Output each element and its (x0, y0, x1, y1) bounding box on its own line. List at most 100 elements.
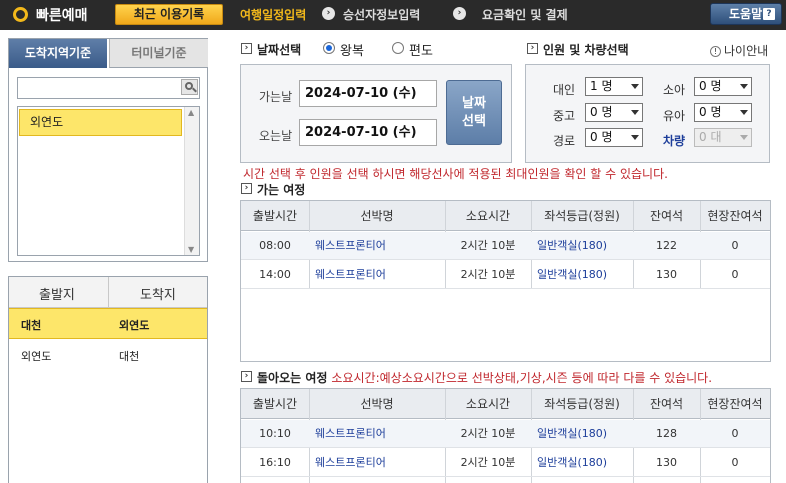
senior-select[interactable]: 0 명 (585, 128, 643, 147)
section-arrow-icon: › (241, 43, 252, 54)
col-header: 좌석등급(정원) (544, 397, 620, 411)
table-row[interactable]: 16:10 웨스트프론티어 2시간 10분 일반객실(180) 130 0 (241, 449, 770, 477)
search-icon[interactable] (181, 79, 198, 95)
outbound-table-header: 출발시간 선박명 소요시간 좌석등급(정원) 잔여석 현장잔여석 (241, 201, 770, 231)
tab-terminal[interactable]: 터미널기준 (109, 39, 208, 68)
inbound-note: 소요시간:예상소요시간으로 선박상태,기상,시즌 등에 따라 다를 수 있습니다… (331, 371, 713, 385)
duration: 2시간 10분 (460, 239, 516, 252)
onsite-seats: 0 (731, 239, 739, 252)
step-payment[interactable]: 요금확인 및 결제 (482, 6, 568, 23)
infant-select[interactable]: 0 명 (694, 103, 752, 122)
col-header: 선박명 (360, 209, 394, 223)
ship-name[interactable]: 웨스트프론티어 (309, 449, 445, 477)
recent-history-button[interactable]: 최근 이용기록 (115, 4, 223, 25)
date-select-button[interactable]: 날짜 선택 (446, 80, 502, 145)
child-label: 소아 (663, 83, 686, 97)
student-select[interactable]: 0 명 (585, 103, 643, 122)
round-trip-radio[interactable] (323, 42, 335, 54)
question-icon: ? (763, 8, 775, 20)
student-label: 중고 (553, 109, 576, 123)
col-header: 잔여석 (649, 209, 684, 223)
route-header-to: 도착지 (140, 288, 176, 303)
step-passenger-info[interactable]: 승선자정보입력 (343, 6, 420, 23)
chevron-right-icon: › (322, 7, 335, 20)
col-header: 현장잔여석 (707, 397, 763, 411)
age-guide-label: 나이안내 (724, 44, 769, 58)
help-button[interactable]: 도움말 ? (710, 3, 782, 25)
remaining-seats: 122 (656, 239, 677, 252)
departure-time: 14:00 (259, 268, 291, 281)
route-header: 출발지 도착지 (9, 277, 207, 308)
one-way-radio[interactable] (392, 42, 404, 54)
adult-select-value: 1 명 (590, 79, 613, 93)
chevron-down-icon (631, 135, 639, 140)
inbound-title: 돌아오는 여정 (257, 371, 328, 385)
destination-list: 외연도 ▲ ▼ (17, 106, 200, 256)
vehicle-select: 0 대 (694, 128, 752, 147)
section-arrow-icon: › (241, 183, 252, 194)
outbound-table: 출발시간 선박명 소요시간 좌석등급(정원) 잔여석 현장잔여석 08:00 웨… (240, 200, 771, 362)
onsite-seats: 0 (731, 456, 739, 469)
seat-grade[interactable]: 일반객실(180) (531, 449, 633, 477)
chevron-down-icon (740, 135, 748, 140)
route-to: 대천 (119, 350, 140, 363)
return-date-field[interactable]: 2024-07-10 (수) (299, 119, 437, 146)
onsite-seats: 0 (731, 268, 739, 281)
duration: 2시간 10분 (460, 427, 516, 440)
chevron-right-icon: › (453, 7, 466, 20)
table-row[interactable]: 10:10 웨스트프론티어 2시간 10분 일반객실(180) 128 0 (241, 420, 770, 448)
age-guide-link[interactable]: ! 나이안내 (710, 42, 768, 59)
seat-grade[interactable]: 일반객실(180) (531, 261, 633, 289)
table-row[interactable]: 14:00 웨스트프론티어 2시간 10분 일반객실(180) 130 0 (241, 261, 770, 289)
info-icon: ! (710, 46, 721, 57)
child-select[interactable]: 0 명 (694, 77, 752, 96)
route-row[interactable]: 대천 외연도 (9, 308, 207, 339)
destination-item-oeyeondo[interactable]: 외연도 (19, 109, 182, 136)
senior-select-value: 0 명 (590, 130, 613, 144)
ship-name[interactable]: 웨스트프론티어 (309, 261, 445, 289)
adult-select[interactable]: 1 명 (585, 77, 643, 96)
route-panel: 출발지 도착지 대천 외연도 외연도 대천 (8, 276, 208, 483)
destination-search-input[interactable] (17, 77, 200, 99)
passenger-section-title: 인원 및 차량선택 (543, 43, 629, 57)
destination-list-scrollbar[interactable]: ▲ ▼ (184, 107, 199, 255)
route-row[interactable]: 외연도 대천 (9, 340, 207, 371)
remaining-seats: 130 (656, 456, 677, 469)
departure-time: 16:10 (259, 456, 291, 469)
round-trip-label[interactable]: 왕복 (340, 40, 364, 59)
col-header: 현장잔여석 (707, 209, 763, 223)
ship-name[interactable]: 웨스트프론티어 (309, 420, 445, 448)
route-from: 외연도 (21, 350, 52, 363)
notice-text: 시간 선택 후 인원을 선택 하시면 해당선사에 적용된 최대인원을 확인 할 … (243, 167, 668, 181)
ship-name[interactable]: 웨스트프론티어 (309, 232, 445, 260)
inbound-table-header: 출발시간 선박명 소요시간 좌석등급(정원) 잔여석 현장잔여석 (241, 389, 770, 419)
route-to: 외연도 (119, 319, 150, 332)
duration: 2시간 10분 (460, 268, 516, 281)
depart-date-field[interactable]: 2024-07-10 (수) (299, 80, 437, 107)
senior-label: 경로 (553, 134, 576, 148)
col-header: 잔여석 (649, 397, 684, 411)
scroll-down-icon[interactable]: ▼ (188, 245, 194, 254)
seat-grade[interactable]: 일반객실(180) (531, 420, 633, 448)
col-header: 선박명 (360, 397, 394, 411)
infant-label: 유아 (663, 109, 686, 123)
table-row[interactable]: 08:00 웨스트프론티어 2시간 10분 일반객실(180) 122 0 (241, 232, 770, 260)
tab-arrival-region[interactable]: 도착지역기준 (9, 39, 107, 68)
chevron-down-icon (740, 110, 748, 115)
seat-grade[interactable]: 일반객실(180) (531, 232, 633, 260)
adult-label: 대인 (553, 83, 576, 97)
one-way-label[interactable]: 편도 (409, 40, 433, 59)
destination-panel: 도착지역기준 터미널기준 외연도 ▲ ▼ (8, 38, 208, 262)
chevron-down-icon (631, 110, 639, 115)
student-select-value: 0 명 (590, 105, 613, 119)
col-header: 출발시간 (252, 209, 298, 223)
section-arrow-icon: › (527, 43, 538, 54)
child-select-value: 0 명 (699, 79, 722, 93)
col-header: 출발시간 (252, 397, 298, 411)
chevron-down-icon (631, 84, 639, 89)
departure-time: 08:00 (259, 239, 291, 252)
step-trip-schedule[interactable]: 여행일정입력 (240, 6, 306, 23)
route-from: 대천 (21, 319, 42, 332)
scroll-up-icon[interactable]: ▲ (188, 108, 194, 117)
inbound-title-wrap: 돌아오는 여정 소요시간:예상소요시간으로 선박상태,기상,시즌 등에 따라 다를… (257, 369, 712, 386)
